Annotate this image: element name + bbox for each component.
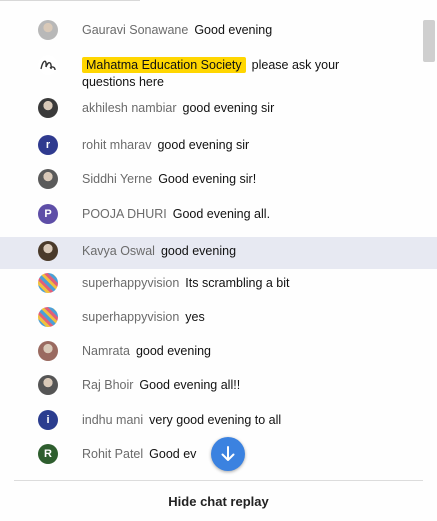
- avatar[interactable]: [38, 307, 58, 327]
- chat-message[interactable]: Siddhi Yerne Good evening sir!: [0, 169, 437, 193]
- author-name[interactable]: Namrata: [82, 344, 130, 358]
- author-name[interactable]: superhappyvision: [82, 276, 179, 290]
- scrollbar-thumb[interactable]: [423, 20, 435, 62]
- avatar[interactable]: P: [38, 204, 58, 224]
- message-text: yes: [185, 310, 205, 324]
- avatar[interactable]: [38, 98, 58, 118]
- message-text: Good evening all.: [172, 207, 271, 221]
- chat-message[interactable]: Namrata good evening: [0, 341, 437, 365]
- owner-author-badge[interactable]: Mahatma Education Society: [82, 57, 246, 73]
- author-name[interactable]: Gauravi Sonawane: [82, 23, 188, 37]
- message-text: Good evening: [194, 23, 273, 37]
- chat-message[interactable]: akhilesh nambiar good evening sir: [0, 98, 437, 122]
- divider: [0, 0, 140, 1]
- author-name[interactable]: rohit mharav: [82, 138, 151, 152]
- message-text: Good evening all!!: [139, 378, 241, 392]
- avatar[interactable]: r: [38, 135, 58, 155]
- arrow-down-icon: [221, 446, 235, 461]
- avatar[interactable]: [38, 169, 58, 189]
- avatar[interactable]: [38, 341, 58, 361]
- chat-message[interactable]: Gauravi Sonawane Good evening: [0, 20, 437, 44]
- avatar[interactable]: [38, 273, 58, 293]
- chat-message[interactable]: Raj Bhoir Good evening all!!: [0, 375, 437, 399]
- chat-footer: Hide chat replay: [14, 480, 423, 521]
- message-text: Its scrambling a bit: [185, 276, 290, 290]
- chat-message[interactable]: i indhu mani very good evening to all: [0, 410, 437, 434]
- message-text: Good ev: [149, 447, 197, 461]
- author-name[interactable]: Siddhi Yerne: [82, 172, 152, 186]
- message-text: Good evening sir!: [158, 172, 257, 186]
- message-text: good evening sir: [157, 138, 250, 152]
- message-text: very good evening to all: [149, 413, 282, 427]
- avatar[interactable]: i: [38, 410, 58, 430]
- author-name[interactable]: Rohit Patel: [82, 447, 143, 461]
- author-name[interactable]: Raj Bhoir: [82, 378, 133, 392]
- chat-message[interactable]: r rohit mharav good evening sir: [0, 135, 437, 159]
- avatar[interactable]: [38, 55, 58, 75]
- message-text: good evening: [160, 244, 237, 258]
- author-name[interactable]: superhappyvision: [82, 310, 179, 324]
- hide-chat-replay-button[interactable]: Hide chat replay: [152, 488, 284, 515]
- avatar[interactable]: [38, 20, 58, 40]
- message-text: good evening: [135, 344, 212, 358]
- scroll-down-button[interactable]: [211, 437, 245, 471]
- author-name[interactable]: indhu mani: [82, 413, 143, 427]
- message-text: good evening sir: [182, 101, 275, 115]
- chat-message[interactable]: Kavya Oswal good evening: [0, 237, 437, 269]
- chat-message[interactable]: P POOJA DHURI Good evening all.: [0, 204, 437, 228]
- author-name[interactable]: POOJA DHURI: [82, 207, 167, 221]
- author-name[interactable]: Kavya Oswal: [82, 244, 155, 258]
- avatar[interactable]: [38, 241, 58, 261]
- avatar[interactable]: [38, 375, 58, 395]
- chat-panel: Gauravi Sonawane Good evening Mahatma Educ…: [0, 0, 437, 521]
- avatar[interactable]: R: [38, 444, 58, 464]
- chat-message[interactable]: Mahatma Education Society please ask your…: [0, 55, 437, 91]
- chat-message[interactable]: superhappyvision yes: [0, 307, 437, 331]
- chat-message[interactable]: superhappyvision Its scrambling a bit: [0, 273, 437, 297]
- author-name[interactable]: akhilesh nambiar: [82, 101, 177, 115]
